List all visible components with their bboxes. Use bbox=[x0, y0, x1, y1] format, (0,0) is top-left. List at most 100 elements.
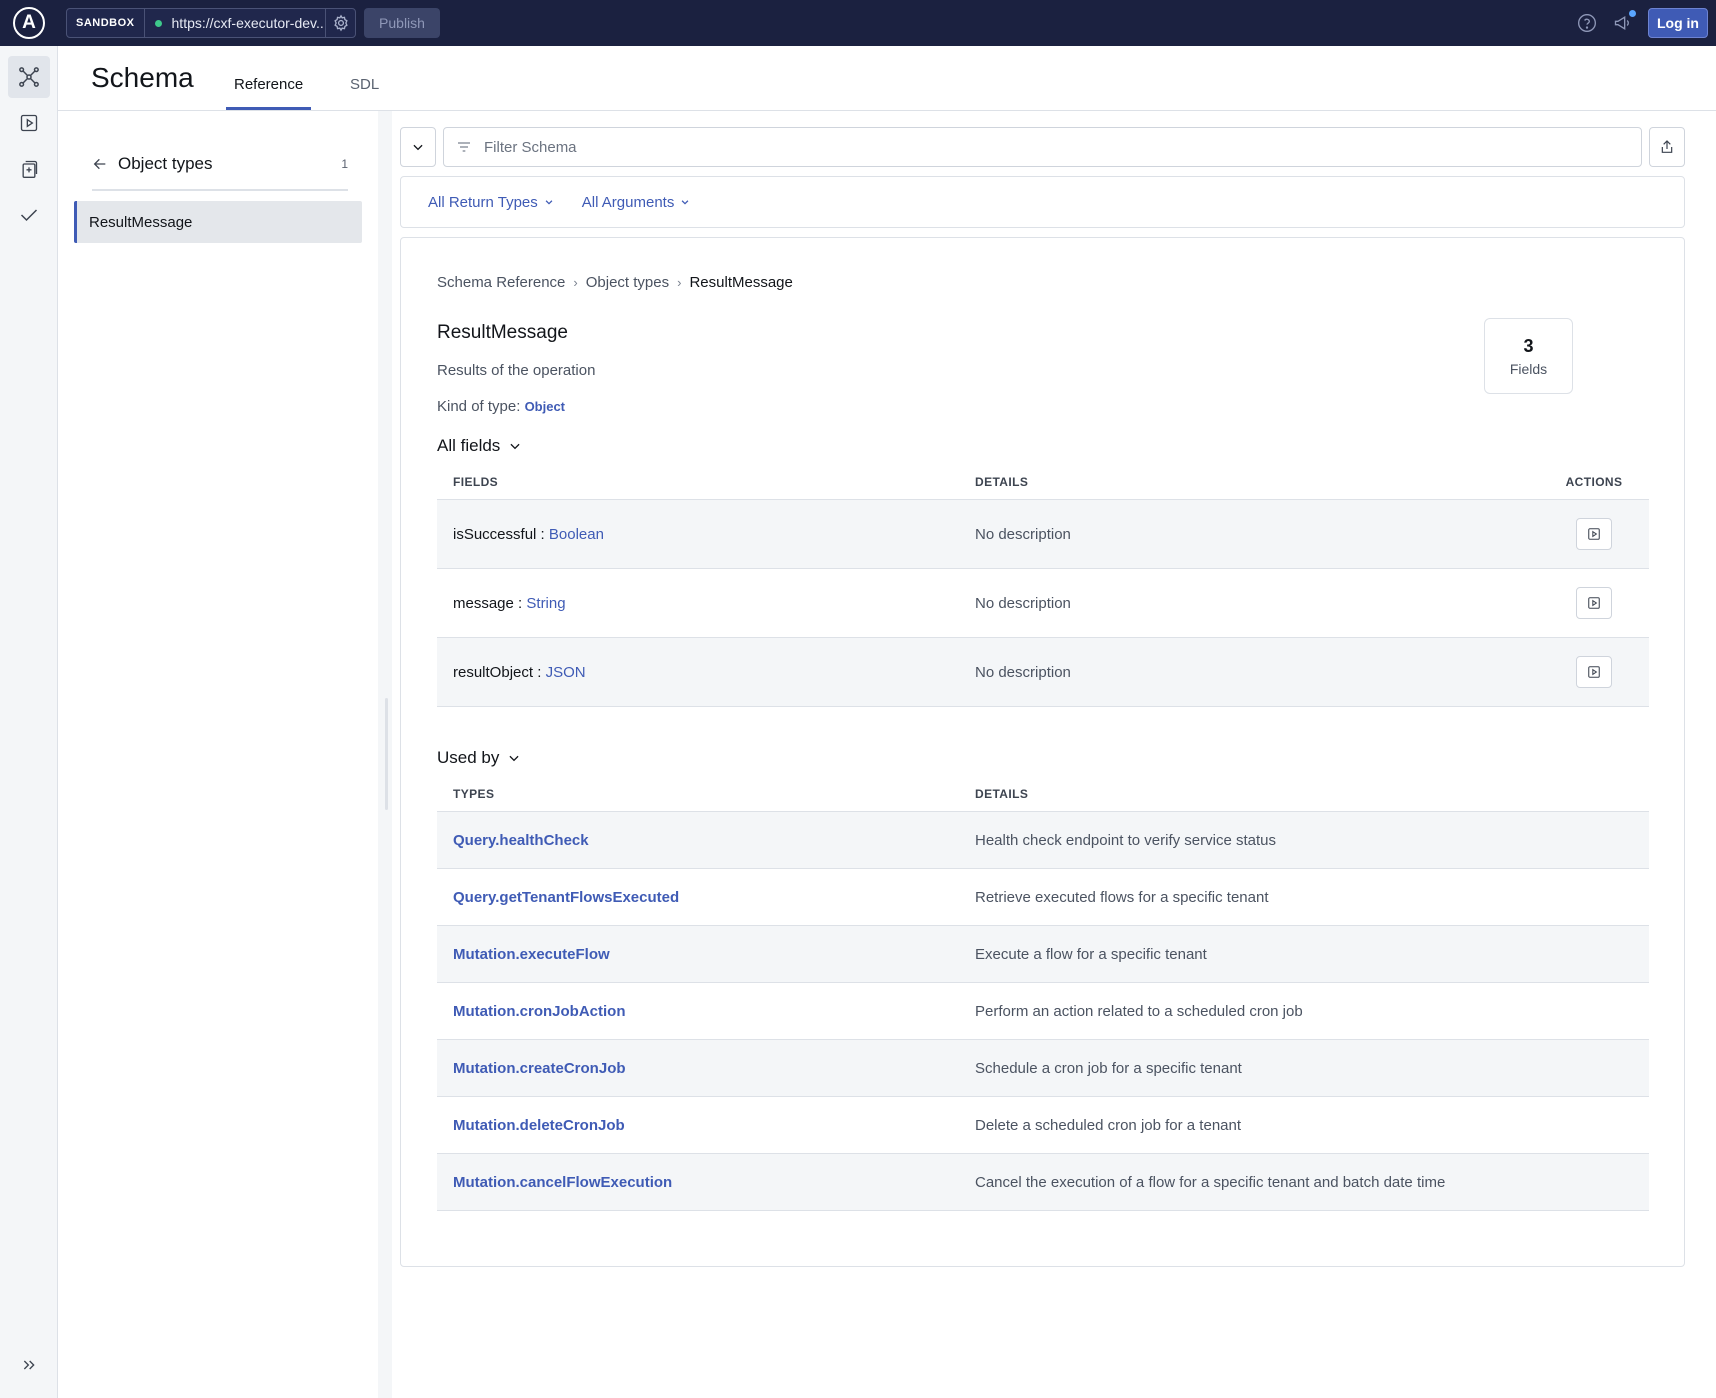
share-button[interactable] bbox=[1649, 127, 1685, 167]
field-type-link[interactable]: Boolean bbox=[549, 526, 604, 543]
object-types-count: 1 bbox=[341, 157, 348, 171]
breadcrumb-separator: › bbox=[677, 275, 682, 290]
active-tab-indicator bbox=[226, 107, 311, 110]
notification-dot bbox=[1629, 10, 1636, 17]
used-by-link[interactable]: Mutation.executeFlow bbox=[453, 946, 610, 963]
play-icon[interactable] bbox=[8, 102, 50, 144]
used-by-link[interactable]: Mutation.cancelFlowExecution bbox=[453, 1174, 672, 1191]
col-fields: FIELDS bbox=[453, 474, 499, 489]
all-fields-toggle[interactable]: All fields bbox=[437, 436, 522, 456]
col-actions: ACTIONS bbox=[1565, 474, 1623, 489]
run-in-explorer-button[interactable] bbox=[1576, 518, 1612, 550]
announcements-icon[interactable] bbox=[1612, 10, 1636, 34]
return-types-dropdown[interactable]: All Return Types bbox=[428, 194, 554, 211]
field-cell: isSuccessful : Boolean bbox=[437, 526, 975, 543]
play-icon bbox=[1588, 528, 1600, 540]
endpoint-url[interactable]: https://cxf-executor-dev.... bbox=[172, 15, 325, 31]
connection-status-dot bbox=[154, 19, 162, 27]
panel-resize-handle[interactable] bbox=[385, 698, 388, 810]
login-button[interactable]: Log in bbox=[1648, 8, 1708, 38]
col-details: DETAILS bbox=[975, 786, 1029, 801]
field-actions bbox=[1539, 518, 1649, 550]
help-icon[interactable] bbox=[1576, 12, 1598, 34]
object-types-label: Object types bbox=[118, 154, 213, 173]
field-separator: : bbox=[513, 594, 527, 612]
gear-icon[interactable] bbox=[325, 8, 355, 38]
table-row: Mutation.executeFlow Execute a flow for … bbox=[437, 926, 1649, 983]
run-in-explorer-button[interactable] bbox=[1576, 656, 1612, 688]
field-name: message bbox=[453, 594, 514, 612]
table-row: Query.getTenantFlowsExecuted Retrieve ex… bbox=[437, 869, 1649, 926]
used-by-details: Health check endpoint to verify service … bbox=[975, 831, 1276, 849]
endpoint-selector[interactable]: SANDBOX https://cxf-executor-dev.... bbox=[66, 8, 356, 38]
kind-value[interactable]: Object bbox=[525, 399, 565, 414]
table-row: Mutation.cancelFlowExecution Cancel the … bbox=[437, 1154, 1649, 1211]
kind-of-type: Kind of type: Object bbox=[437, 398, 565, 415]
type-title: ResultMessage bbox=[437, 322, 568, 343]
used-by-link[interactable]: Mutation.createCronJob bbox=[453, 1060, 626, 1077]
used-by-link[interactable]: Query.healthCheck bbox=[453, 832, 589, 849]
field-actions bbox=[1539, 656, 1649, 688]
checks-icon[interactable] bbox=[8, 194, 50, 236]
page-header: Schema Reference SDL bbox=[58, 46, 1716, 111]
used-by-cell: Query.getTenantFlowsExecuted bbox=[437, 889, 975, 906]
used-by-cell: Mutation.cronJobAction bbox=[437, 1003, 975, 1020]
used-by-cell: Mutation.cancelFlowExecution bbox=[437, 1174, 975, 1191]
filter-schema-input[interactable] bbox=[484, 138, 1584, 156]
fields-table-header: FIELDS DETAILS ACTIONS bbox=[437, 464, 1649, 500]
used-by-heading: Used by bbox=[437, 748, 500, 767]
field-actions bbox=[1539, 587, 1649, 619]
arguments-label: All Arguments bbox=[581, 193, 675, 211]
double-chevron-right-icon[interactable] bbox=[18, 1354, 40, 1376]
filter-schema-box[interactable] bbox=[443, 127, 1642, 167]
breadcrumb-object-types[interactable]: Object types bbox=[586, 274, 669, 291]
field-type-link[interactable]: String bbox=[526, 595, 565, 612]
apollo-logo[interactable]: A bbox=[0, 0, 58, 46]
used-by-link[interactable]: Query.getTenantFlowsExecuted bbox=[453, 889, 679, 906]
top-bar: A SANDBOX https://cxf-executor-dev.... P… bbox=[0, 0, 1716, 46]
field-separator: : bbox=[536, 525, 549, 543]
used-by-cell: Mutation.deleteCronJob bbox=[437, 1117, 975, 1134]
field-cell: message : String bbox=[437, 595, 975, 612]
back-to-object-types[interactable]: Object types 1 bbox=[92, 149, 348, 191]
field-cell: resultObject : JSON bbox=[437, 664, 975, 681]
used-by-link[interactable]: Mutation.deleteCronJob bbox=[453, 1117, 625, 1134]
table-row: Query.healthCheck Health check endpoint … bbox=[437, 812, 1649, 869]
breadcrumb: Schema Reference › Object types › Result… bbox=[437, 274, 793, 291]
used-by-details: Delete a scheduled cron job for a tenant bbox=[975, 1116, 1242, 1134]
return-types-label: All Return Types bbox=[428, 193, 538, 211]
table-row: Mutation.cronJobAction Perform an action… bbox=[437, 983, 1649, 1040]
tab-sdl[interactable]: SDL bbox=[350, 76, 379, 93]
chevron-down-icon bbox=[413, 144, 423, 151]
collapse-sidebar-button[interactable] bbox=[400, 127, 436, 167]
fields-count-number: 3 bbox=[1523, 335, 1534, 356]
used-by-cell: Query.healthCheck bbox=[437, 832, 975, 849]
schema-icon[interactable] bbox=[8, 56, 50, 98]
run-in-explorer-button[interactable] bbox=[1576, 587, 1612, 619]
sidebar-item-resultmessage[interactable]: ResultMessage bbox=[74, 201, 362, 243]
field-type-link[interactable]: JSON bbox=[546, 664, 586, 681]
left-nav-rail bbox=[0, 46, 58, 1398]
used-by-table: TYPES DETAILS Query.healthCheck Health c… bbox=[437, 776, 1649, 1211]
tab-reference[interactable]: Reference bbox=[234, 76, 303, 93]
table-row: Mutation.createCronJob Schedule a cron j… bbox=[437, 1040, 1649, 1097]
fields-count-badge: 3 Fields bbox=[1484, 318, 1573, 394]
field-name: resultObject bbox=[453, 663, 534, 681]
kind-label: Kind of type: bbox=[437, 398, 521, 415]
used-by-table-header: TYPES DETAILS bbox=[437, 776, 1649, 812]
publish-button[interactable]: Publish bbox=[364, 8, 440, 38]
operations-collection-icon[interactable] bbox=[8, 148, 50, 190]
breadcrumb-separator: › bbox=[573, 275, 578, 290]
fields-count-label: Fields bbox=[1509, 360, 1548, 377]
filter-options-row: All Return Types All Arguments bbox=[400, 176, 1685, 228]
type-description: Results of the operation bbox=[437, 362, 596, 379]
field-details: No description bbox=[975, 525, 1071, 543]
used-by-link[interactable]: Mutation.cronJobAction bbox=[453, 1003, 626, 1020]
arguments-dropdown[interactable]: All Arguments bbox=[582, 194, 691, 211]
used-by-cell: Mutation.executeFlow bbox=[437, 946, 975, 963]
topbar-actions: Log in bbox=[1576, 8, 1708, 38]
used-by-details: Execute a flow for a specific tenant bbox=[975, 945, 1207, 963]
chevron-down-icon bbox=[681, 200, 689, 205]
breadcrumb-schema-reference[interactable]: Schema Reference bbox=[437, 274, 565, 291]
used-by-toggle[interactable]: Used by bbox=[437, 748, 521, 768]
